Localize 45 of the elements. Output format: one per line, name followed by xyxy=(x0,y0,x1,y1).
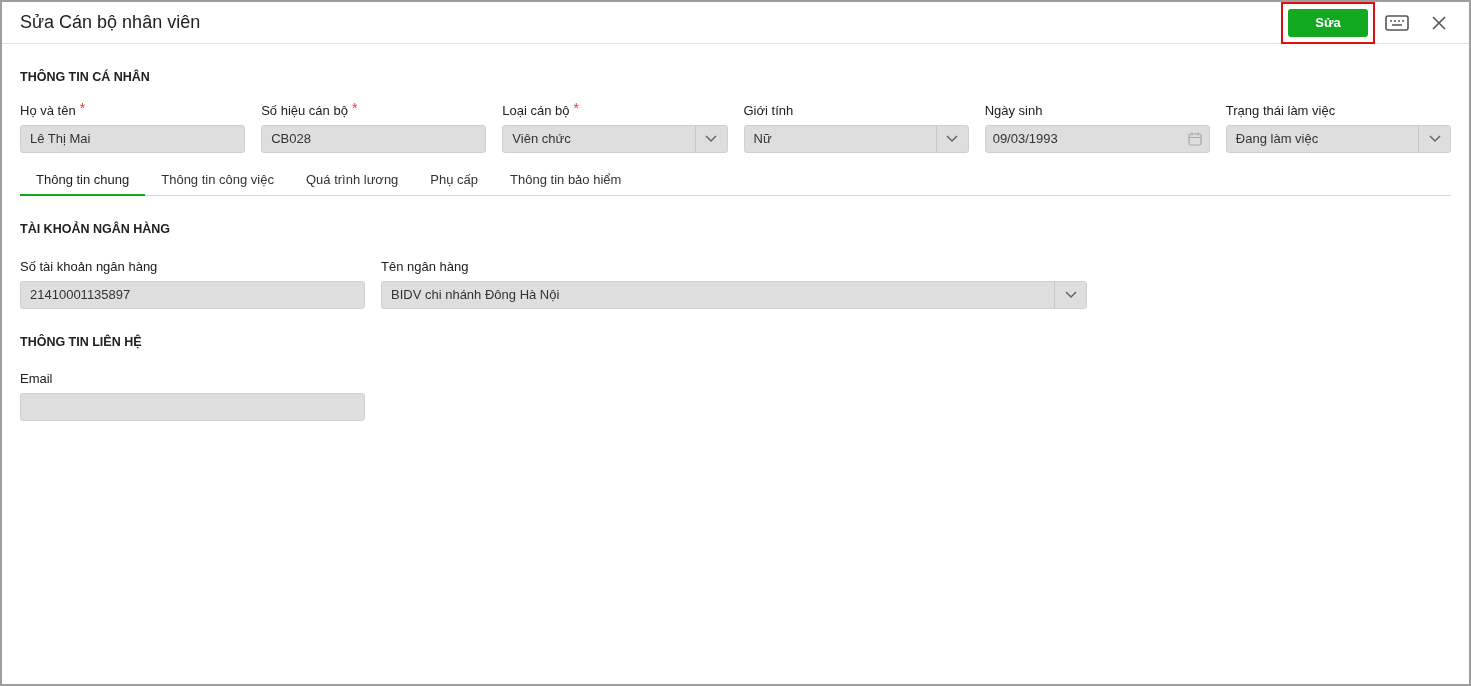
close-icon[interactable] xyxy=(1431,14,1447,31)
field-value: BIDV chi nhánh Đông Hà Nội xyxy=(391,285,561,304)
field-label: Số hiệu cán bộ xyxy=(261,101,348,120)
field-value: CB028 xyxy=(271,130,311,148)
chevron-down-icon xyxy=(705,134,717,143)
required-mark: * xyxy=(79,100,86,115)
required-mark: * xyxy=(573,100,579,115)
section-heading: TÀI KHOẢN NGÂN HÀNG xyxy=(20,220,171,238)
field-value: Nữ xyxy=(753,130,773,148)
chevron-down-icon xyxy=(946,134,959,143)
field-label: Họ và tên xyxy=(20,101,76,120)
tab[interactable]: Thông tin bảo hiểm xyxy=(494,164,638,196)
date-field[interactable]: 09/03/1993 xyxy=(984,124,1210,153)
text-field[interactable]: CB028 xyxy=(261,124,487,153)
tab[interactable]: Phụ cấp xyxy=(414,164,495,196)
section-heading: THÔNG TIN CÁ NHÂN xyxy=(20,68,151,86)
field-label: Trạng thái làm việc xyxy=(1225,101,1336,120)
window-title: Sửa Cán bộ nhân viên xyxy=(20,11,201,34)
field-label: Giới tính xyxy=(743,101,794,120)
field-value: Lê Thị Mai xyxy=(30,130,91,148)
tab[interactable]: Quá trình lương xyxy=(289,164,415,196)
select-field[interactable]: Đang làm việc xyxy=(1225,124,1451,153)
field-value: 09/03/1993 xyxy=(992,130,1059,148)
section-heading: THÔNG TIN LIÊN HỆ xyxy=(20,333,143,351)
field-value: Viên chức xyxy=(512,130,572,148)
field-value: Đang làm việc xyxy=(1235,130,1320,148)
field-label: Email xyxy=(20,370,53,389)
field-label: Tên ngân hàng xyxy=(381,257,469,276)
chevron-down-icon xyxy=(1064,290,1077,299)
text-field[interactable]: 21410001135897 xyxy=(20,280,365,309)
select-field[interactable]: BIDV chi nhánh Đông Hà Nội xyxy=(381,280,1087,309)
field-label: Loại cán bộ xyxy=(502,101,570,120)
required-mark: * xyxy=(351,100,358,115)
select-field[interactable]: Nữ xyxy=(743,124,969,153)
calendar-icon xyxy=(1187,131,1202,146)
keyboard-icon[interactable] xyxy=(1385,14,1409,31)
text-field[interactable] xyxy=(20,393,365,422)
chevron-down-icon xyxy=(1428,134,1441,143)
field-label: Số tài khoản ngân hàng xyxy=(20,257,158,276)
tab[interactable]: Thông tin công việc xyxy=(145,164,290,196)
field-label: Ngày sinh xyxy=(984,101,1043,120)
text-field[interactable]: Lê Thị Mai xyxy=(20,124,246,153)
field-value: 21410001135897 xyxy=(30,285,131,304)
select-field[interactable]: Viên chức xyxy=(502,124,728,153)
tab[interactable]: Thông tin chung xyxy=(20,164,146,196)
